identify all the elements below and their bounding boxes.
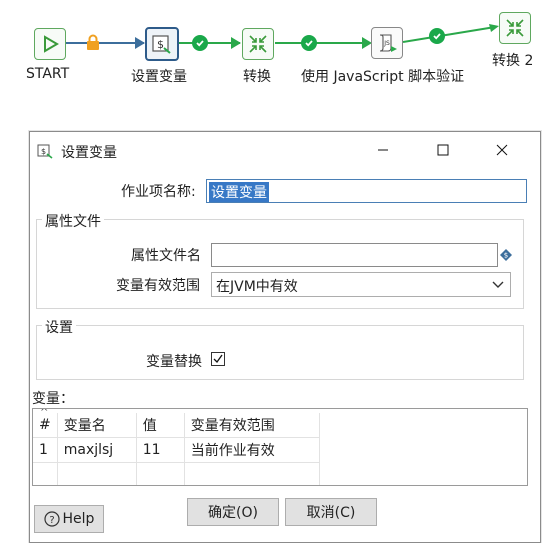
checkmark-icon bbox=[213, 354, 223, 364]
hop-arrowhead bbox=[231, 37, 241, 49]
help-button-label: Help bbox=[62, 511, 95, 527]
dialog-title-bar[interactable]: $ 设置变量 bbox=[30, 132, 540, 168]
transformation-node[interactable] bbox=[242, 28, 274, 60]
table-header-row: # 变量名 值 变量有效范围 bbox=[33, 413, 320, 438]
table-cell-scope[interactable]: 当前作业有效 bbox=[184, 437, 320, 463]
job-entry-name-input[interactable]: 设置变量 bbox=[206, 179, 527, 203]
table-cell-index[interactable]: 1 bbox=[33, 437, 58, 463]
help-button[interactable]: ? Help bbox=[34, 505, 104, 533]
cancel-button[interactable]: 取消(C) bbox=[285, 498, 377, 526]
settings-group bbox=[36, 325, 524, 380]
set-variables-icon: $ bbox=[37, 144, 53, 159]
dialog-title: 设置变量 bbox=[61, 145, 117, 161]
table-cell-value[interactable]: 11 bbox=[136, 437, 185, 463]
start-node-label: START bbox=[26, 66, 70, 82]
set-variables-icon: $ bbox=[152, 35, 171, 54]
maximize-icon bbox=[437, 144, 449, 156]
transformation-node-label: 转换 bbox=[243, 69, 271, 85]
success-check-icon bbox=[429, 28, 445, 44]
minimize-icon bbox=[378, 149, 388, 151]
close-icon bbox=[496, 144, 508, 156]
close-button[interactable] bbox=[479, 132, 525, 168]
transformation-2-node-label: 转换 2 bbox=[492, 53, 534, 69]
start-icon bbox=[44, 35, 59, 53]
javascript-node[interactable]: JS bbox=[371, 27, 403, 59]
set-variables-node-label: 设置变量 bbox=[131, 69, 187, 85]
hop-start-setvars[interactable] bbox=[66, 42, 144, 44]
set-variables-dialog: $ 设置变量 作业项名称: 设置变量 属性文件 属性文件名 $ 变量有效范围 在… bbox=[29, 131, 541, 543]
variable-replace-checkbox[interactable] bbox=[211, 352, 225, 366]
svg-text:$: $ bbox=[504, 252, 508, 260]
variable-scope-value: 在JVM中有效 bbox=[216, 279, 298, 295]
job-entry-name-label: 作业项名称: bbox=[121, 184, 196, 200]
properties-file-group-title: 属性文件 bbox=[42, 211, 104, 231]
column-header-variable-name[interactable]: 变量名 bbox=[57, 413, 137, 438]
transformation-2-node[interactable] bbox=[499, 12, 531, 44]
hop-js-transform2[interactable] bbox=[403, 22, 501, 46]
svg-text:$: $ bbox=[157, 38, 164, 51]
javascript-icon: JS bbox=[379, 34, 397, 52]
variable-scope-label: 变量有效范围 bbox=[116, 278, 200, 294]
ok-button[interactable]: 确定(O) bbox=[187, 498, 279, 526]
table-cell-variable-name[interactable]: maxjlsj bbox=[57, 437, 137, 463]
success-check-icon bbox=[301, 35, 317, 51]
column-header-scope[interactable]: 变量有效范围 bbox=[184, 413, 320, 438]
variables-table-frame[interactable]: ^ # 变量名 值 变量有效范围 1 maxjlsj 11 当前作业有效 bbox=[32, 408, 528, 486]
help-icon: ? bbox=[43, 511, 60, 527]
column-header-index[interactable]: # bbox=[33, 413, 58, 438]
ok-button-label: 确定(O) bbox=[208, 505, 258, 521]
hop-arrowhead bbox=[135, 37, 145, 49]
variables-table: # 变量名 值 变量有效范围 1 maxjlsj 11 当前作业有效 bbox=[33, 413, 320, 485]
transformation-icon bbox=[506, 19, 524, 37]
cancel-button-label: 取消(C) bbox=[306, 505, 356, 521]
transformation-icon bbox=[249, 35, 267, 53]
hop-transform-js[interactable] bbox=[275, 42, 370, 44]
start-node[interactable] bbox=[34, 28, 66, 60]
maximize-button[interactable] bbox=[420, 132, 466, 168]
properties-filename-input[interactable] bbox=[211, 243, 498, 267]
table-row[interactable]: 1 maxjlsj 11 当前作业有效 bbox=[33, 437, 320, 463]
minimize-button[interactable] bbox=[360, 132, 406, 168]
set-variables-node[interactable]: $ bbox=[145, 27, 179, 61]
variable-scope-select[interactable]: 在JVM中有效 bbox=[211, 272, 511, 297]
variables-label: 变量： bbox=[32, 391, 74, 407]
lock-icon bbox=[86, 34, 100, 50]
success-check-icon bbox=[192, 35, 208, 51]
table-row-empty[interactable] bbox=[33, 462, 320, 485]
javascript-node-label: 使用 JavaScript 脚本验证 bbox=[301, 69, 465, 85]
svg-text:?: ? bbox=[49, 515, 54, 526]
svg-text:JS: JS bbox=[383, 40, 390, 47]
settings-group-title: 设置 bbox=[42, 317, 76, 337]
variable-diamond-icon[interactable]: $ bbox=[500, 249, 512, 261]
properties-filename-label: 属性文件名 bbox=[131, 248, 201, 264]
svg-text:$: $ bbox=[41, 147, 46, 156]
variable-replace-label: 变量替换 bbox=[146, 354, 202, 370]
chevron-down-icon bbox=[492, 281, 504, 288]
job-entry-name-value: 设置变量 bbox=[209, 182, 269, 202]
column-header-value[interactable]: 值 bbox=[136, 413, 185, 438]
